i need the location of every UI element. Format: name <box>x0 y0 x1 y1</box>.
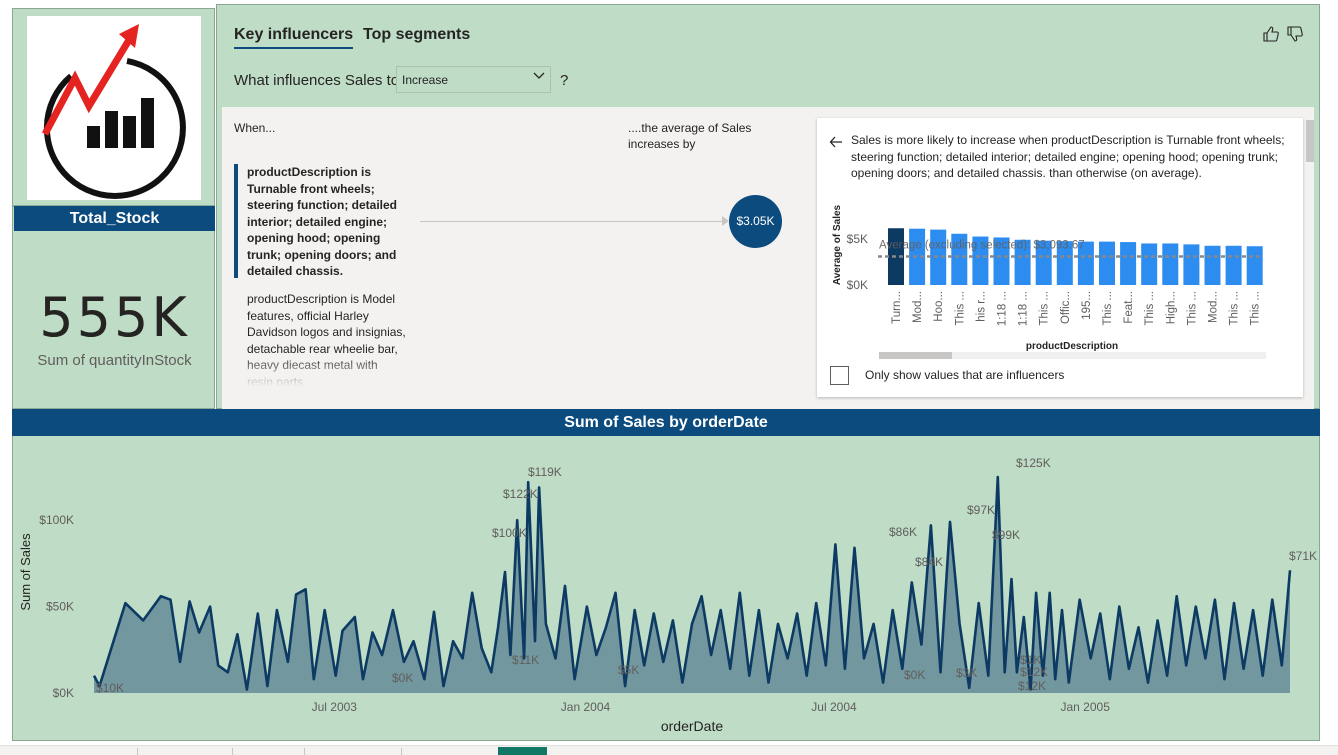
page-tab-separator <box>304 748 305 755</box>
bar-chart-scroll-thumb[interactable] <box>879 352 952 359</box>
y-axis-title: Average of Sales <box>832 204 843 285</box>
data-label: $10K <box>96 681 124 695</box>
x-tick-label: Hoo... <box>933 291 945 322</box>
total-stock-title: Total_Stock <box>14 206 215 231</box>
bar <box>1246 246 1263 285</box>
x-tick-label: Turn... <box>891 291 903 324</box>
data-label: $12K <box>1020 665 1048 679</box>
bar <box>1204 245 1221 285</box>
detail-scrollbar[interactable] <box>1306 120 1314 162</box>
x-tick-label: Jul 2004 <box>811 700 857 714</box>
active-page-tab[interactable] <box>498 747 547 755</box>
page-tabs-bar <box>0 745 1338 755</box>
influencers-only-label: Only show values that are influencers <box>865 368 1065 382</box>
question-suffix: ? <box>560 72 569 89</box>
page-tab-separator <box>137 748 138 755</box>
page-tab-separator <box>401 748 402 755</box>
x-axis-title: orderDate <box>661 718 723 734</box>
x-tick-label: his r... <box>975 291 987 322</box>
data-label: $3K <box>956 666 977 680</box>
x-tick-label: High... <box>1165 291 1177 324</box>
sales-area-fill <box>94 477 1290 693</box>
influence-arrow-line <box>420 221 726 222</box>
x-tick-label: This ... <box>1039 291 1051 326</box>
x-tick-label: This ... <box>1186 291 1198 326</box>
growth-chart-logo-icon <box>41 24 186 199</box>
question-label: What influences Sales to <box>234 72 400 89</box>
y-tick-label: $100K <box>39 513 74 527</box>
logo-bar-3 <box>123 116 136 148</box>
average-increase-label: ....the average of Sales increases by <box>628 121 752 151</box>
data-label: $12K <box>1018 679 1046 693</box>
tab-key-influencers[interactable]: Key influencers <box>234 26 354 49</box>
logo-bar-2 <box>105 111 118 148</box>
when-label: When... <box>234 121 276 135</box>
x-tick-label: Mod... <box>912 291 924 323</box>
influence-direction-dropdown[interactable]: Increase <box>396 66 551 93</box>
tab-top-segments[interactable]: Top segments <box>363 26 470 44</box>
bar <box>1099 241 1115 285</box>
influence-arrow-head <box>722 216 729 226</box>
data-label: $84K <box>915 555 943 569</box>
influencers-only-checkbox[interactable] <box>830 366 849 385</box>
data-label: $97K <box>967 503 995 517</box>
x-axis-title: productDescription <box>1026 341 1118 352</box>
page-tab-separator <box>232 748 233 755</box>
thumbs-up-icon[interactable] <box>1262 26 1280 47</box>
x-tick-label: 1:18 ... <box>997 291 1009 326</box>
x-tick-label: Jan 2005 <box>1061 700 1111 714</box>
bar <box>1120 242 1137 285</box>
x-tick-label: Offic... <box>1060 291 1072 324</box>
back-arrow-icon[interactable] <box>829 135 843 152</box>
chevron-down-icon[interactable] <box>533 70 545 84</box>
data-label: $99K <box>992 528 1020 542</box>
x-tick-label: Mod... <box>1208 291 1220 323</box>
y-tick-label: $0K <box>847 278 868 292</box>
influencer-detail-text: Sales is more likely to increase when pr… <box>851 133 1285 180</box>
sales-area-chart: $0K $50K $100K Jul 2003 Jan 2004 Jul 2004 Jan … <box>18 456 1317 734</box>
data-label: $122K <box>503 487 538 501</box>
x-tick-label: 1:18 ... <box>1018 291 1030 326</box>
data-label: $0K <box>392 671 413 685</box>
data-label: $71K <box>1289 549 1317 563</box>
logo-image <box>27 16 201 200</box>
data-label: $86K <box>889 525 917 539</box>
data-label: $0K <box>904 668 925 682</box>
average-sales-bar-chart: $0K $5K Average of Sales Turn... Mod... Hoo..… <box>832 204 1263 352</box>
x-tick-label: This ... <box>1144 291 1156 326</box>
y-tick-label: $50K <box>46 600 74 614</box>
influencer-item-1[interactable]: productDescription is Turnable front whe… <box>247 164 407 280</box>
x-tick-label: 195... <box>1081 291 1093 320</box>
selected-indicator <box>234 164 238 278</box>
bar <box>1141 243 1158 285</box>
influence-value-bubble[interactable]: $3.05K <box>729 195 782 248</box>
data-label: $100K <box>492 526 527 540</box>
x-tick-label: This ... <box>1229 291 1241 326</box>
thumbs-down-icon[interactable] <box>1286 26 1304 47</box>
logo-bar-1 <box>87 126 100 148</box>
data-label: $119K <box>528 465 562 479</box>
logo-bar-4 <box>141 98 154 148</box>
bar <box>1162 243 1179 285</box>
data-label: $1K <box>1020 653 1041 667</box>
average-reference-label: Average (excluding selected): $3,093.67 <box>879 239 1085 251</box>
data-label: $125K <box>1016 456 1051 470</box>
bar <box>1225 245 1242 285</box>
bar <box>1183 244 1200 285</box>
x-tick-label: This ... <box>1102 291 1114 326</box>
x-tick-label: Jul 2003 <box>312 700 358 714</box>
x-tick-label: Feat... <box>1123 291 1135 324</box>
y-axis-title: Sum of Sales <box>18 533 33 611</box>
list-fade-overlay <box>240 355 420 387</box>
y-tick-label: $5K <box>847 232 868 246</box>
x-tick-label: This ... <box>954 291 966 326</box>
y-tick-label: $0K <box>53 686 74 700</box>
data-label: $11K <box>512 653 539 667</box>
total-stock-value: 555K <box>39 286 190 349</box>
data-label: $5K <box>618 663 639 677</box>
x-tick-label: Jan 2004 <box>561 700 611 714</box>
sales-chart-title: Sum of Sales by orderDate <box>12 409 1320 436</box>
x-tick-label: This ... <box>1250 291 1262 326</box>
total-stock-label: Sum of quantityInStock <box>37 352 192 369</box>
